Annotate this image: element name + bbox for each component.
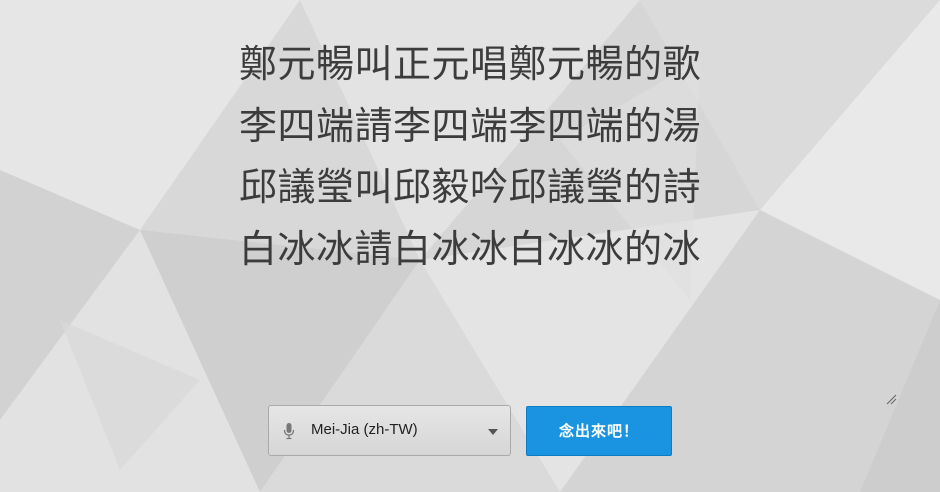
voice-select-value: Mei-Jia (zh-TW)	[311, 421, 418, 438]
microphone-icon	[283, 423, 295, 440]
voice-select[interactable]: Mei-Jia (zh-TW)	[268, 405, 511, 456]
speak-button[interactable]: 念出來吧！	[526, 406, 672, 456]
poem-textarea[interactable]: 鄭元暢叫正元唱鄭元暢的歌 李四端請李四端李四端的湯 邱議瑩叫邱毅吟邱議瑩的詩 白…	[220, 34, 720, 280]
chevron-down-icon	[488, 429, 498, 435]
resize-grip-icon[interactable]	[885, 393, 897, 405]
